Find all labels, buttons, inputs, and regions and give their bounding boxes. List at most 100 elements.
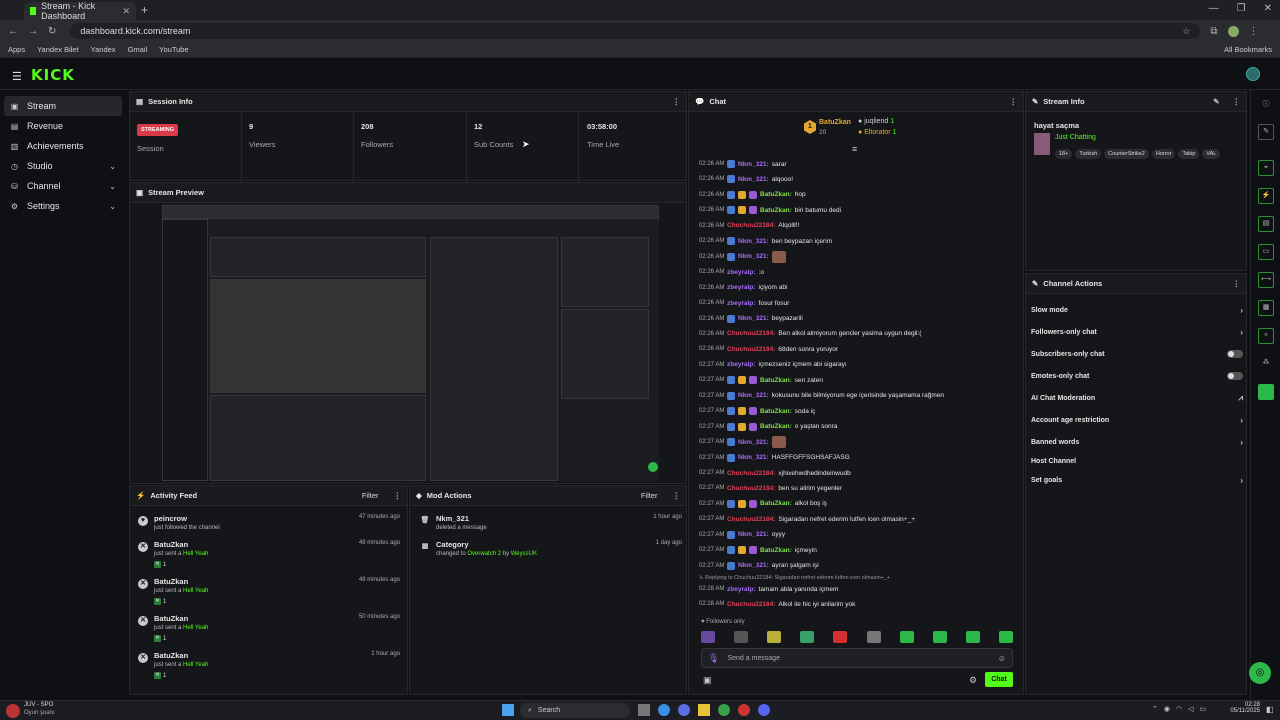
chat-username[interactable]: Chuchuu22184:	[727, 485, 775, 492]
microphone-icon[interactable]: 🎙	[708, 653, 719, 664]
copilot-icon[interactable]	[678, 704, 690, 716]
bookmark-yandex-bilet[interactable]: Yandex Bilet	[37, 45, 79, 54]
clock[interactable]: 02:28 05/11/2025	[1228, 702, 1260, 714]
edge-icon[interactable]	[658, 704, 670, 716]
category-name[interactable]: Just Chatting	[1055, 134, 1096, 141]
emote-icon[interactable]	[932, 631, 947, 643]
info-icon[interactable]: ⓘ	[1258, 98, 1274, 114]
action-subscribers-only[interactable]: Subscribers-only chat	[1031, 347, 1243, 361]
support-chat-icon[interactable]: ◎	[1249, 662, 1271, 684]
subscribers-only-toggle[interactable]	[1227, 350, 1243, 358]
chat-username[interactable]: BatuZkan:	[760, 547, 792, 554]
taskbar-search[interactable]: ⌕ Search	[520, 703, 630, 718]
pencil-icon[interactable]: ✎	[1258, 124, 1274, 140]
chat-username[interactable]: Chuchuu22184:	[727, 222, 775, 229]
chat-username[interactable]: BatuZkan:	[760, 408, 792, 415]
chat-username[interactable]: zbeyralp:	[727, 586, 756, 593]
emote-icon[interactable]	[701, 631, 715, 643]
gift-icon[interactable]: ▣	[703, 675, 712, 686]
link-icon[interactable]: ⟷	[1258, 272, 1274, 288]
app-icon[interactable]	[1258, 384, 1274, 400]
chat-username[interactable]: Nkm_321:	[738, 439, 769, 446]
extensions-icon[interactable]: ⧉	[1210, 26, 1217, 37]
mod-action-user[interactable]: Nkm_321	[436, 514, 469, 523]
forward-icon[interactable]: →	[28, 26, 38, 37]
more-options-icon[interactable]: ⋮	[1233, 279, 1241, 288]
hamburger-menu-icon[interactable]: ☰	[12, 70, 22, 83]
emote-icon[interactable]	[866, 631, 881, 643]
leader-name[interactable]: BatuZkan	[819, 119, 851, 126]
emote-icon[interactable]	[998, 631, 1013, 643]
action-account-age[interactable]: Account age restriction ›	[1031, 413, 1243, 427]
more-options-icon[interactable]: ⋮	[1233, 97, 1241, 106]
emote-icon[interactable]	[734, 631, 749, 643]
chat-username[interactable]: Nkm_321:	[738, 315, 769, 322]
chat-username[interactable]: Nkm_321:	[738, 253, 769, 260]
bookmark-youtube[interactable]: YouTube	[159, 45, 188, 54]
chat-username[interactable]: Chuchuu22184:	[727, 346, 775, 353]
sidebar-item-studio[interactable]: ◷ Studio ⌄	[4, 156, 122, 176]
wrench-icon[interactable]: ✧	[1258, 328, 1274, 344]
bookmark-yandex[interactable]: Yandex	[91, 45, 116, 54]
chat-username[interactable]: Nkm_321:	[738, 562, 769, 569]
sidebar-item-achievements[interactable]: ▥ Achievements	[4, 136, 122, 156]
close-tab-icon[interactable]: ✕	[122, 6, 130, 17]
layout-icon[interactable]: ▦	[1258, 300, 1274, 316]
browser-menu-icon[interactable]: ⋮	[1249, 26, 1259, 37]
bookmark-star-icon[interactable]: ☆	[1182, 26, 1190, 37]
filter-button[interactable]: Filter	[362, 491, 379, 500]
maximize-icon[interactable]: ❐	[1237, 3, 1246, 14]
close-window-icon[interactable]: ✕	[1264, 3, 1272, 14]
chat-username[interactable]: BatuZkan:	[760, 207, 792, 214]
kick-logo[interactable]: KICK	[31, 66, 75, 84]
emotes-only-toggle[interactable]	[1227, 372, 1243, 380]
gear-icon[interactable]: ⚙	[969, 675, 977, 686]
chat-username[interactable]: Chuchuu22184:	[727, 516, 775, 523]
chat-username[interactable]: Chuchuu22184:	[727, 470, 775, 477]
sidebar-item-channel[interactable]: ⛁ Channel ⌄	[4, 176, 122, 196]
chat-input[interactable]: 🎙 Send a message ☺	[701, 648, 1013, 668]
chat-username[interactable]: zbeyralp:	[727, 300, 756, 307]
chat-username[interactable]: Nkm_321:	[738, 161, 769, 168]
action-emotes-only[interactable]: Emotes-only chat	[1031, 369, 1243, 383]
action-set-goals[interactable]: Set goals ›	[1031, 473, 1243, 487]
weather-widget-icon[interactable]	[6, 704, 20, 718]
emote-icon[interactable]	[965, 631, 980, 643]
bolt-icon[interactable]: ⚡	[1258, 188, 1274, 204]
chat-username[interactable]: zbeyralp:	[727, 361, 756, 368]
chat-username[interactable]: zbeyralp:	[727, 269, 756, 276]
chat-username[interactable]: Nkm_321:	[738, 176, 769, 183]
chat-username[interactable]: zbeyralp:	[727, 284, 756, 291]
chat-username[interactable]: Nkm_321:	[738, 531, 769, 538]
more-options-icon[interactable]: ⋮	[1010, 97, 1018, 106]
minimize-icon[interactable]: —	[1209, 3, 1219, 14]
address-bar[interactable]: dashboard.kick.com/stream ☆	[70, 23, 1201, 39]
send-chat-button[interactable]: Chat	[985, 672, 1013, 687]
document-icon[interactable]: ▤	[1258, 216, 1274, 232]
stream-preview-video[interactable]	[162, 205, 659, 481]
profile-avatar-icon[interactable]	[1227, 25, 1239, 37]
activity-username[interactable]: BatuZkan	[154, 577, 188, 586]
bookmark-apps[interactable]: Apps	[8, 45, 25, 54]
chat-username[interactable]: Nkm_321:	[738, 238, 769, 245]
chat-username[interactable]: Chuchuu22184:	[727, 601, 775, 608]
discord-icon[interactable]	[758, 704, 770, 716]
reload-icon[interactable]: ↻	[48, 26, 56, 37]
browser-tab[interactable]: Stream - Kick Dashboard ✕	[24, 1, 136, 21]
task-view-icon[interactable]	[638, 704, 650, 716]
new-tab-icon[interactable]: +	[141, 3, 148, 17]
action-banned-words[interactable]: Banned words ›	[1031, 435, 1243, 449]
tray-chevron-icon[interactable]: ⌃	[1152, 705, 1158, 713]
more-options-icon[interactable]: ⋮	[394, 491, 402, 500]
sidebar-item-settings[interactable]: ⚙ Settings ⌄	[4, 196, 122, 216]
action-ai-moderation[interactable]: AI Chat Moderation ⩘	[1031, 391, 1243, 405]
windows-start-icon[interactable]	[502, 704, 514, 716]
emoji-icon[interactable]: ☺	[998, 654, 1006, 663]
filter-button[interactable]: Filter	[641, 491, 658, 500]
emote-icon[interactable]	[899, 631, 914, 643]
sidebar-item-revenue[interactable]: ▤ Revenue	[4, 116, 122, 136]
emote-icon[interactable]	[767, 631, 782, 643]
sidebar-item-stream[interactable]: ▣ Stream	[4, 96, 122, 116]
file-explorer-icon[interactable]	[698, 704, 710, 716]
back-icon[interactable]: ←	[8, 26, 18, 37]
